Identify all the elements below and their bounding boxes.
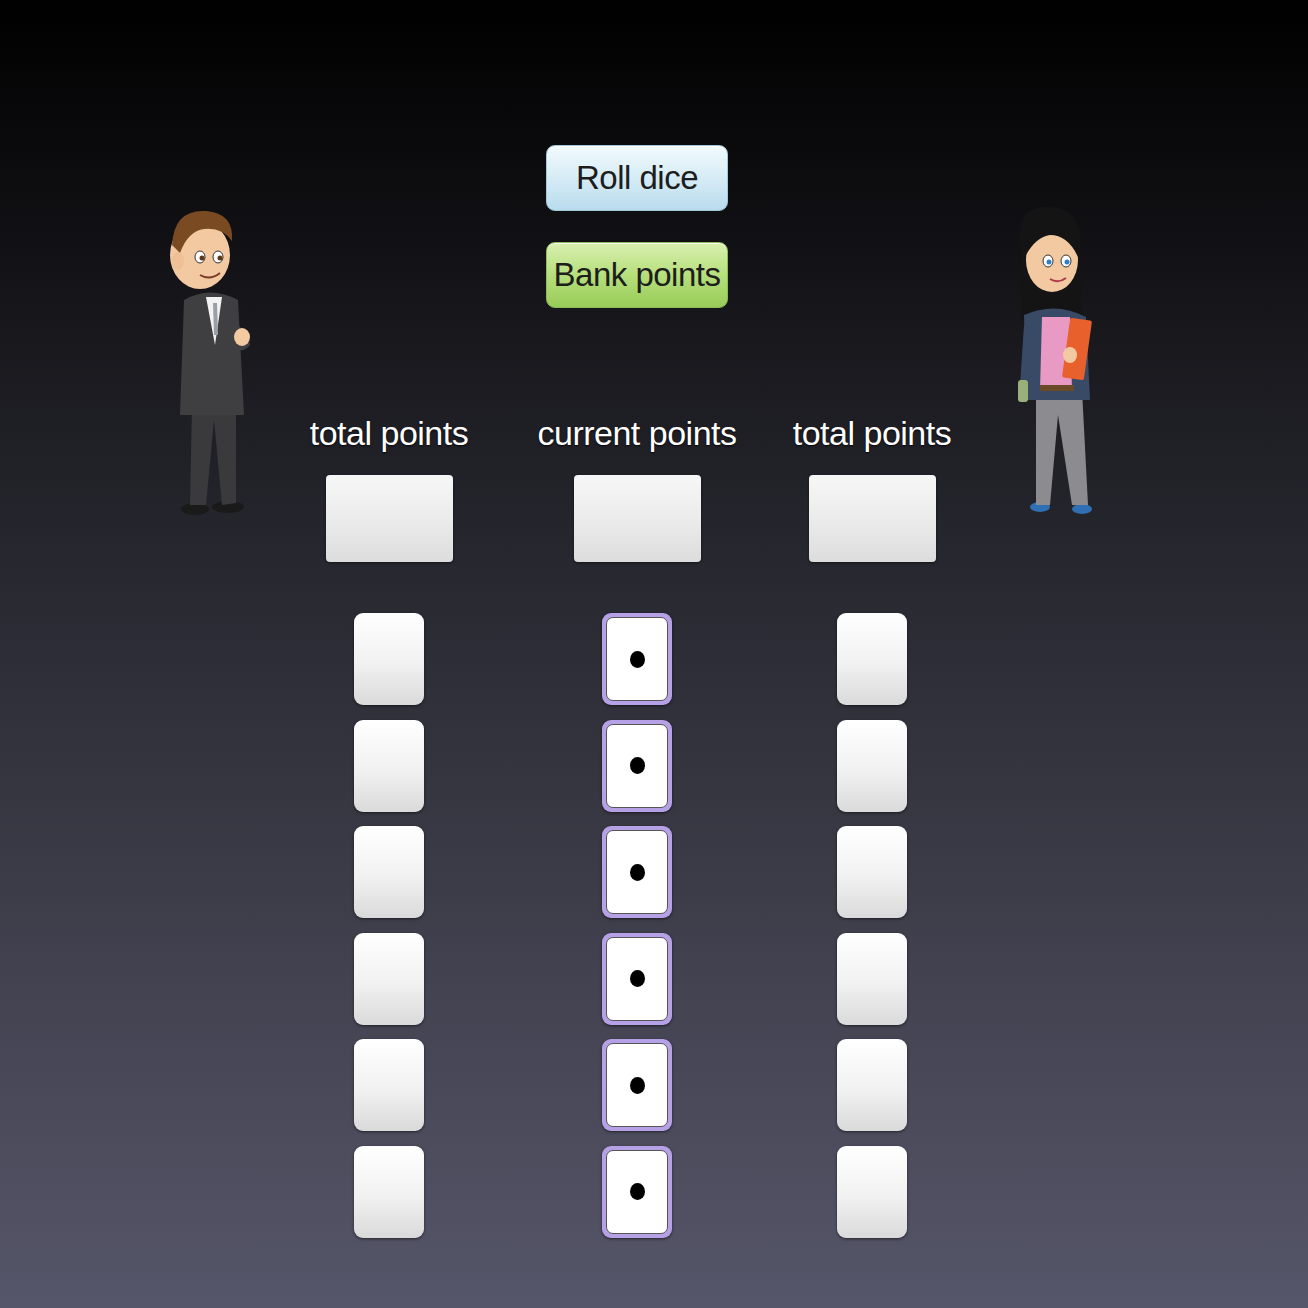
pip-icon [630, 1183, 645, 1200]
die-face [606, 617, 668, 701]
pip-icon [630, 1077, 645, 1094]
pip-icon [630, 651, 645, 668]
score-box [809, 475, 936, 562]
die-face [606, 1043, 668, 1127]
score-box [574, 475, 701, 562]
die-face [837, 720, 907, 812]
die-face [837, 933, 907, 1025]
die[interactable] [837, 933, 907, 1025]
score-box [326, 475, 453, 562]
die[interactable] [837, 826, 907, 918]
die-face [354, 720, 424, 812]
column-label: total points [793, 414, 951, 453]
die-face [837, 613, 907, 705]
die-face [606, 937, 668, 1021]
die[interactable] [837, 1039, 907, 1131]
column-label: total points [310, 414, 468, 453]
die-face [354, 826, 424, 918]
die-face [354, 1039, 424, 1131]
roll-dice-button[interactable]: Roll dice [546, 145, 728, 211]
die[interactable] [837, 613, 907, 705]
die[interactable] [354, 933, 424, 1025]
die-face [354, 933, 424, 1025]
die[interactable] [354, 1039, 424, 1131]
dice-column [837, 613, 907, 1308]
man-character [170, 205, 260, 520]
die[interactable] [354, 613, 424, 705]
pip-icon [630, 970, 645, 987]
dice-column [354, 613, 424, 1308]
die-face [354, 613, 424, 705]
pip-icon [630, 757, 645, 774]
die-face [837, 1039, 907, 1131]
die[interactable] [354, 1146, 424, 1238]
woman-character [1010, 205, 1100, 520]
die[interactable] [602, 826, 672, 918]
bank-points-button[interactable]: Bank points [546, 242, 728, 308]
die[interactable] [602, 720, 672, 812]
die-face [354, 1146, 424, 1238]
die-face [606, 1150, 668, 1234]
die-face [837, 826, 907, 918]
die-face [606, 830, 668, 914]
die-face [837, 1146, 907, 1238]
die[interactable] [602, 933, 672, 1025]
dice-column [602, 613, 672, 1308]
die[interactable] [837, 720, 907, 812]
die[interactable] [354, 720, 424, 812]
die[interactable] [602, 1039, 672, 1131]
die-face [606, 724, 668, 808]
pip-icon [630, 864, 645, 881]
die[interactable] [602, 1146, 672, 1238]
column-label: current points [538, 414, 737, 453]
die[interactable] [602, 613, 672, 705]
die[interactable] [354, 826, 424, 918]
game-board: Roll dice Bank points total points current … [0, 0, 1308, 1308]
die[interactable] [837, 1146, 907, 1238]
